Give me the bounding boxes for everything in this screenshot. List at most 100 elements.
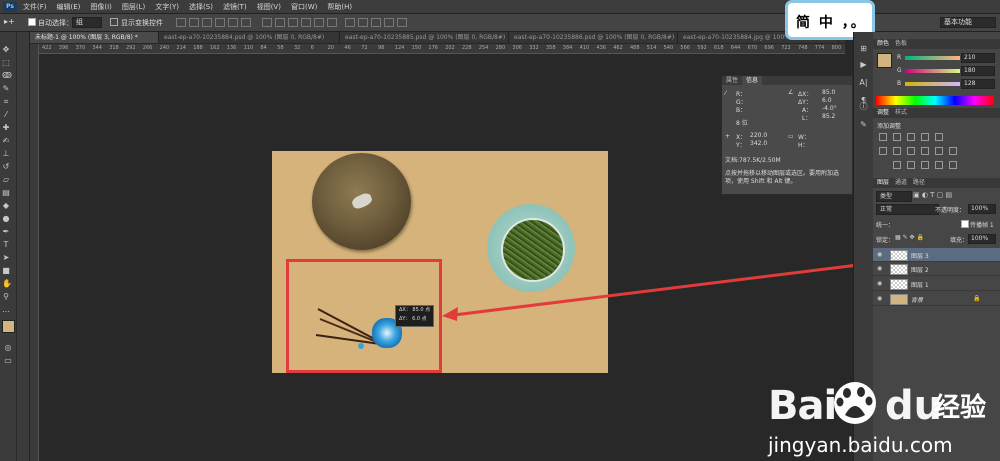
layer-row[interactable]: ◉ 图层 2 — [873, 262, 1000, 276]
invert-icon[interactable] — [893, 161, 901, 169]
quick-select-icon[interactable]: ✎ — [2, 85, 10, 93]
type-icon[interactable]: T — [2, 241, 10, 249]
layer-name[interactable]: 图层 1 — [911, 280, 929, 289]
eraser-icon[interactable]: ▱ — [2, 176, 10, 184]
color-g-value[interactable]: 180 — [961, 66, 995, 76]
auto-select-checkbox[interactable] — [28, 18, 36, 26]
menu-help[interactable]: 帮助(H) — [327, 2, 352, 12]
channel-mixer-icon[interactable] — [935, 147, 943, 155]
layer-row[interactable]: ◉ 图层 3 — [873, 248, 1000, 262]
stamp-icon[interactable]: ⊥ — [2, 150, 10, 158]
levels-icon[interactable] — [893, 133, 901, 141]
quick-mask-icon[interactable]: ◎ — [4, 344, 12, 352]
tab-properties[interactable]: 属性 — [722, 76, 742, 85]
vibrance-icon[interactable] — [935, 133, 943, 141]
black-white-icon[interactable] — [907, 147, 915, 155]
selective-color-icon[interactable] — [935, 161, 943, 169]
shape-icon[interactable]: ■ — [2, 267, 10, 275]
curves-icon[interactable] — [907, 133, 915, 141]
healing-icon[interactable]: ✚ — [2, 124, 10, 132]
menu-file[interactable]: 文件(F) — [23, 2, 47, 12]
color-r-slider[interactable] — [905, 56, 960, 60]
menu-filter[interactable]: 滤镜(T) — [223, 2, 247, 12]
hue-saturation-icon[interactable] — [879, 147, 887, 155]
menu-select[interactable]: 选择(S) — [189, 2, 213, 12]
tab-color[interactable]: 颜色 — [877, 40, 889, 47]
color-r-value[interactable]: 210 — [961, 53, 995, 63]
color-foreground-swatch[interactable] — [877, 53, 892, 68]
eyedropper-icon[interactable]: ⁄ — [2, 111, 10, 119]
visibility-eye-icon[interactable]: ◉ — [877, 251, 882, 258]
blend-mode-dropdown[interactable]: 正常 — [876, 204, 939, 215]
opacity-value[interactable]: 100% — [968, 204, 996, 214]
layer-kind-filter[interactable]: 类型 — [876, 191, 912, 202]
edit-icon[interactable]: … — [2, 306, 10, 314]
layer-name[interactable]: 图层 2 — [911, 265, 929, 274]
visibility-eye-icon[interactable]: ◉ — [877, 265, 882, 272]
marquee-icon[interactable]: ⬚ — [2, 59, 10, 67]
zoom-icon[interactable]: ⚲ — [2, 293, 10, 301]
layer-name[interactable]: 背景 — [911, 295, 923, 304]
exposure-icon[interactable] — [921, 133, 929, 141]
dodge-icon[interactable]: ● — [2, 215, 10, 223]
tab-doc-885-psd[interactable]: east-ep-a70-10235885.psd @ 100% (图层 0, R… — [340, 32, 509, 43]
foreground-color-swatch[interactable] — [2, 320, 15, 333]
brightness-icon[interactable] — [879, 133, 887, 141]
visibility-eye-icon[interactable]: ◉ — [877, 295, 882, 302]
workspace-dropdown[interactable]: 基本功能 — [940, 17, 996, 28]
brush-icon[interactable]: ✍ — [2, 137, 10, 145]
info-icon[interactable]: ⓘ — [858, 102, 869, 112]
tab-paths[interactable]: 路径 — [913, 179, 925, 186]
tab-swatches[interactable]: 色板 — [895, 40, 907, 47]
hand-icon[interactable]: ✋ — [2, 280, 12, 288]
tab-doc-884-psd[interactable]: east-ep-a70-10235884.psd @ 100% (图层 0, R… — [159, 32, 340, 43]
actions-icon[interactable]: ▶ — [858, 60, 869, 70]
tab-channels[interactable]: 通道 — [895, 179, 907, 186]
tab-doc-886-psd[interactable]: east-ep-a70-10235886.psd @ 100% (图层 0, R… — [509, 32, 678, 43]
history-brush-icon[interactable]: ↺ — [2, 163, 10, 171]
color-lookup-icon[interactable] — [949, 147, 957, 155]
crop-icon[interactable]: ⌗ — [2, 98, 10, 106]
menu-image[interactable]: 图像(I) — [90, 2, 112, 12]
color-balance-icon[interactable] — [893, 147, 901, 155]
lock-icons[interactable]: ▦ ✎ ✥ 🔒 — [895, 234, 924, 241]
tool-presets-icon[interactable]: ✎ — [858, 120, 869, 130]
auto-select-dropdown[interactable]: 组 — [72, 17, 102, 28]
move-tool-icon[interactable]: ▸+ — [4, 17, 15, 26]
threshold-icon[interactable] — [921, 161, 929, 169]
menu-type[interactable]: 文字(Y) — [155, 2, 179, 12]
gradient-map-icon[interactable] — [949, 161, 957, 169]
pen-icon[interactable]: ✒ — [2, 228, 10, 236]
color-g-slider[interactable] — [905, 69, 960, 73]
menu-window[interactable]: 窗口(W) — [291, 2, 317, 12]
tab-untitled-1[interactable]: 未标题-1 @ 100% (图层 3, RGB/8) * — [30, 32, 159, 43]
tab-layers[interactable]: 图层 — [877, 179, 889, 186]
propagate-checkbox[interactable] — [961, 220, 969, 228]
distribute-icons[interactable] — [262, 18, 340, 27]
layer-name[interactable]: 图层 3 — [911, 251, 929, 260]
menu-edit[interactable]: 编辑(E) — [57, 2, 81, 12]
show-transform-checkbox[interactable] — [110, 18, 118, 26]
menu-view[interactable]: 视图(V) — [257, 2, 281, 12]
layer-row[interactable]: ◉ 图层 1 — [873, 277, 1000, 291]
color-b-slider[interactable] — [905, 82, 960, 86]
posterize-icon[interactable] — [907, 161, 915, 169]
color-b-value[interactable]: 128 — [961, 79, 995, 89]
tab-info[interactable]: 信息 — [742, 76, 763, 85]
menu-layer[interactable]: 图层(L) — [122, 2, 145, 12]
fill-value[interactable]: 100% — [968, 234, 996, 244]
lasso-icon[interactable]: ↂ — [2, 72, 12, 80]
path-select-icon[interactable]: ➤ — [2, 254, 10, 262]
photo-filter-icon[interactable] — [921, 147, 929, 155]
filter-icons[interactable]: ▣ ◐ T ▢ ▤ — [913, 191, 952, 199]
character-icon[interactable]: A| — [858, 78, 869, 88]
align-icons[interactable] — [176, 18, 254, 27]
move-icon[interactable]: ✥ — [2, 46, 10, 54]
color-spectrum-bar[interactable] — [876, 96, 994, 105]
layer-row[interactable]: ◉ 背景 🔒 — [873, 292, 1000, 306]
3d-mode-icons[interactable] — [345, 18, 410, 27]
tab-styles[interactable]: 样式 — [895, 109, 907, 116]
history-icon[interactable]: ⊞ — [858, 44, 869, 54]
tab-adjustments[interactable]: 调整 — [877, 109, 889, 116]
gradient-icon[interactable]: ▤ — [2, 189, 10, 197]
